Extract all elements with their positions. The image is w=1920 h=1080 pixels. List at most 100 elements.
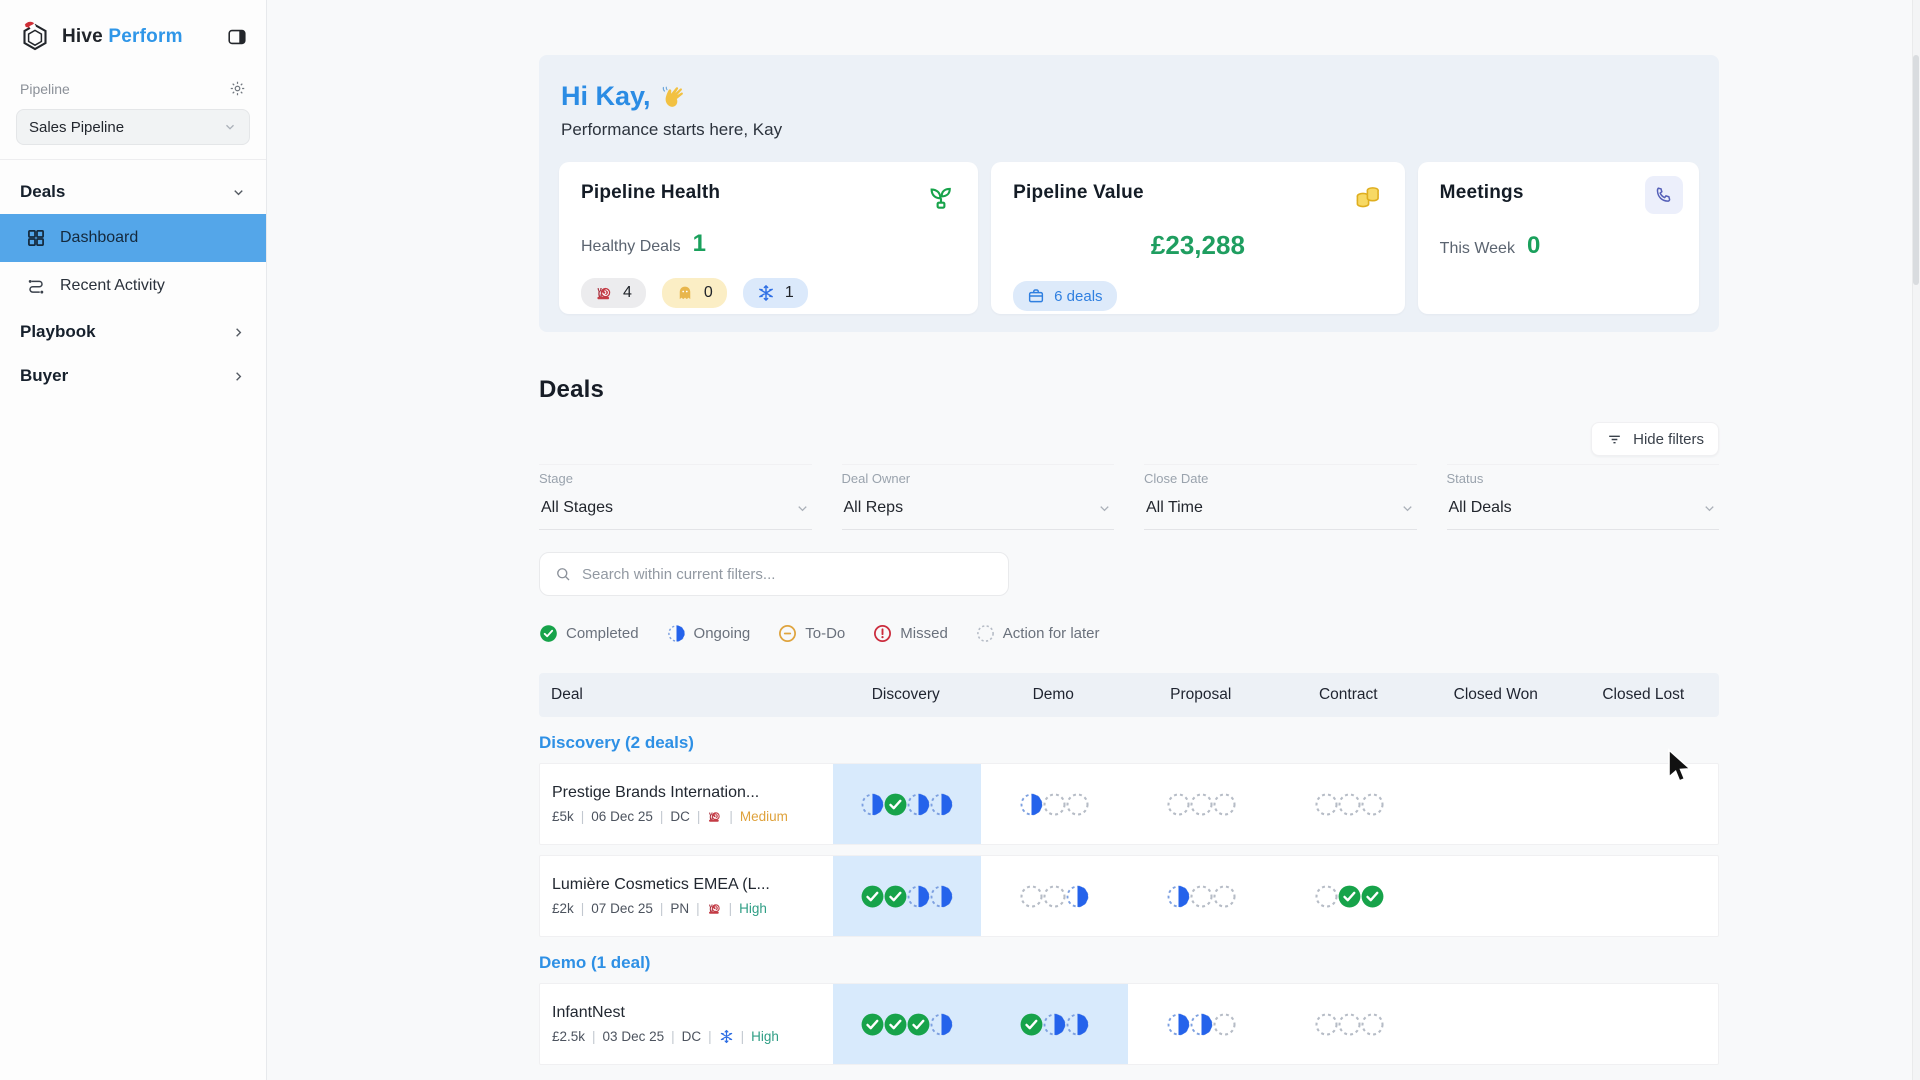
greeting-subtitle: Performance starts here, Kay [561,120,783,139]
later-icon [1212,884,1237,909]
search-icon [554,565,572,583]
table-row[interactable]: InfantNest £2.5k | 03 Dec 25 | DC | | High [539,983,1719,1065]
deals-count-pill[interactable]: 6 deals [1013,281,1117,311]
group-heading[interactable]: Discovery (2 deals) [539,733,1719,753]
deal-meta: £5k | 06 Dec 25 | DC | | Medium [552,809,788,824]
stage-cell-closed-won [1423,856,1571,936]
scrollbar-thumb[interactable] [1913,55,1919,285]
completed-icon [539,624,558,643]
column-header-deal: Deal [551,686,583,703]
later-icon [1314,884,1339,909]
completed-icon [883,792,908,817]
filter-label: Stage [539,471,573,486]
deal-value: £5k [552,809,574,824]
filters-row: Stage All Stages Deal Owner All Reps Clo… [539,464,1719,530]
deal-close-date: 03 Dec 25 [602,1029,665,1044]
stage-cell-contract [1276,764,1424,844]
metric-value: 0 [1526,232,1541,259]
route-icon [26,276,46,296]
greeting-panel: Hi Kay, Performance starts here, Kay Pip… [539,55,1719,332]
filter-value: All Deals [1448,499,1512,516]
metric-label: Healthy Deals [581,238,681,255]
later-icon [1337,1012,1362,1037]
ongoing-icon [1166,1012,1191,1037]
sidebar-section-deals[interactable]: Deals [0,170,266,214]
health-badge-ghost: 0 [661,278,727,308]
health-badges: 4 0 1 [581,278,956,308]
table-row[interactable]: Prestige Brands Internation... £5k | 06 D… [539,763,1719,845]
filter-label: Status [1446,471,1484,486]
table-header: Deal Discovery Demo Proposal Contract Closed … [539,673,1719,717]
filter-select-close-date[interactable]: All Time [1144,486,1417,530]
completed-icon [860,1012,885,1037]
chevron-right-icon [231,369,246,384]
later-icon [1360,1012,1385,1037]
deal-name: InfantNest [552,1004,625,1021]
sidebar-item-dashboard[interactable]: Dashboard [0,214,266,262]
filter-label: Close Date [1144,471,1209,486]
search-input[interactable] [582,565,994,583]
gear-icon[interactable] [229,80,246,97]
group-heading[interactable]: Demo (1 deal) [539,953,1719,973]
later-icon [976,624,995,643]
stage-cell-contract [1276,856,1424,936]
filter-close-date: Close Date All Time [1144,464,1417,530]
waving-hand-icon [661,84,687,110]
sidebar-section-buyer[interactable]: Buyer [0,354,266,398]
chevron-down-icon [1702,501,1717,516]
completed-icon [1019,1012,1044,1037]
ongoing-icon [1189,1012,1214,1037]
snail-icon [707,809,722,824]
chevron-down-icon [223,120,237,134]
stage-cell-proposal [1128,984,1276,1064]
metric-value: 1 [692,230,706,257]
table-row[interactable]: Lumière Cosmetics EMEA (L... £2k | 07 Dec… [539,855,1719,937]
chevron-right-icon [231,325,246,340]
deal-cell: InfantNest £2.5k | 03 Dec 25 | DC | | High [540,984,833,1064]
column-header-demo: Demo [1032,686,1074,703]
column-header-proposal: Proposal [1170,686,1232,703]
ghost-icon [676,284,694,302]
hide-filters-button[interactable]: Hide filters [1591,422,1719,456]
badge-count: 4 [623,284,632,301]
coins-icon [1351,182,1383,214]
scrollbar[interactable] [1912,0,1920,1080]
later-icon [1166,792,1191,817]
later-icon [1212,1012,1237,1037]
later-icon [1212,792,1237,817]
stage-cell-closed-won [1423,984,1571,1064]
legend-label: Ongoing [693,625,751,642]
deals-table: Deal Discovery Demo Proposal Contract Closed … [539,673,1719,1080]
deal-close-date: 06 Dec 25 [591,809,653,824]
stage-cell-proposal [1128,764,1276,844]
sidebar-section-playbook[interactable]: Playbook [0,310,266,354]
sidebar-item-recent-activity[interactable]: Recent Activity [0,262,266,310]
sidebar-collapse-icon[interactable] [226,26,248,48]
deals-section-title: Deals [539,376,605,403]
completed-icon [860,884,885,909]
pipeline-select[interactable]: Sales Pipeline [16,109,250,145]
legend-label: Action for later [1002,625,1100,642]
sidebar-divider [0,159,266,160]
filter-status: Status All Deals [1446,464,1719,530]
deal-owner: PN [670,901,690,916]
main-area: Hi Kay, Performance starts here, Kay Pip… [267,0,1920,1080]
legend-item-todo: To-Do [778,624,845,643]
completed-icon [1360,884,1385,909]
meetings-card: Meetings This Week 0 [1417,162,1699,314]
todo-icon [778,624,797,643]
stage-cell-closed-lost [1571,984,1719,1064]
ongoing-icon [1166,884,1191,909]
filter-stage: Stage All Stages [539,464,812,530]
hive-logo-icon [18,20,52,54]
deal-priority: High [751,1029,779,1044]
chevron-down-icon [795,501,810,516]
legend-item-later: Action for later [976,624,1100,643]
filter-select-stage[interactable]: All Stages [539,486,812,530]
card-title: Meetings [1439,182,1524,203]
later-icon [1337,792,1362,817]
filter-select-deal-owner[interactable]: All Reps [841,486,1114,530]
deal-priority: High [739,901,767,916]
brand: Hive Perform [0,0,266,68]
filter-select-status[interactable]: All Deals [1446,486,1719,530]
